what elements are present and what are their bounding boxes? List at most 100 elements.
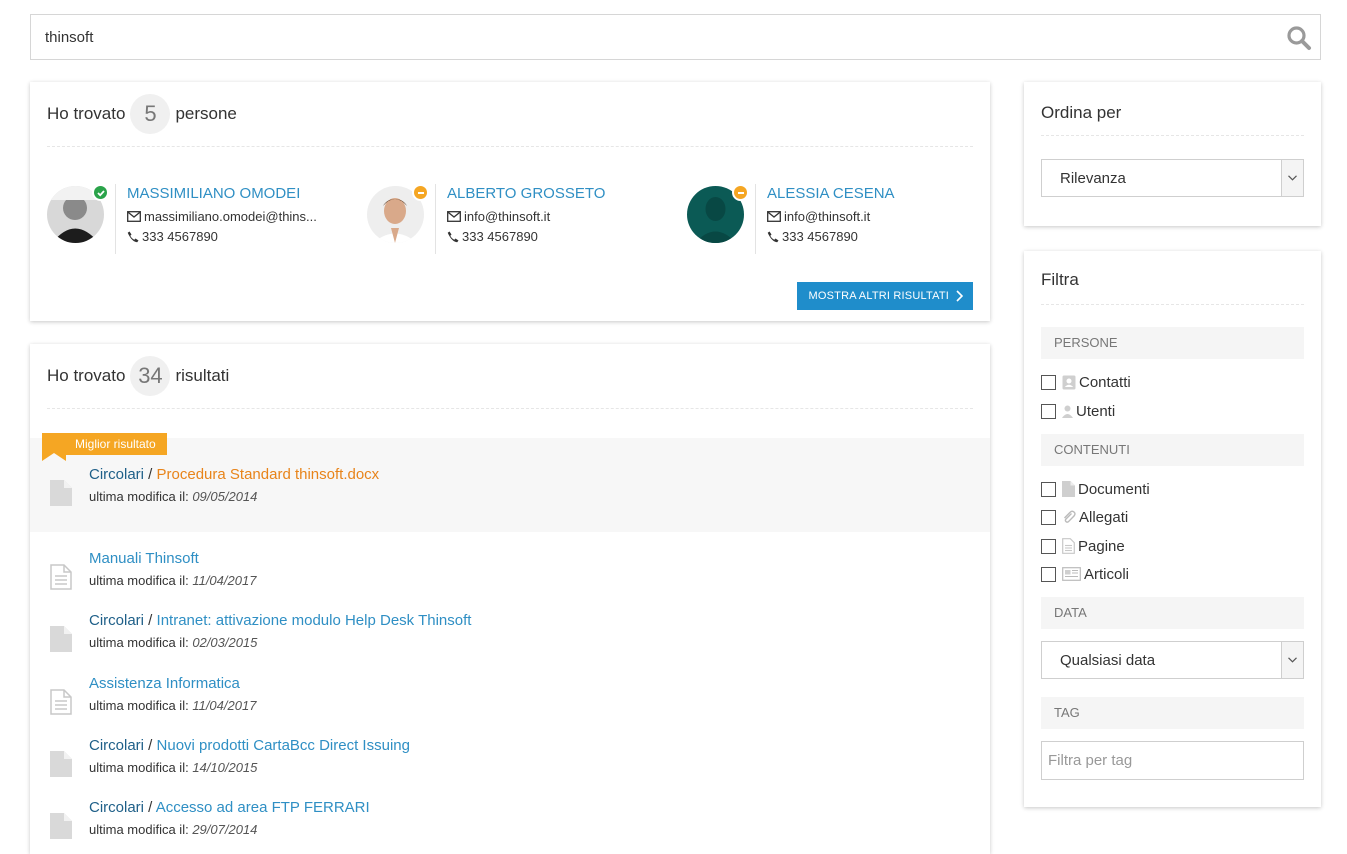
modified-date: 02/03/2015: [192, 635, 258, 650]
envelope-icon: [447, 211, 461, 222]
filter-utenti[interactable]: Utenti: [1041, 400, 1115, 422]
sort-select[interactable]: Rilevanza: [1041, 159, 1304, 197]
contact-card-icon: [1062, 375, 1076, 389]
divider: [47, 408, 973, 409]
checkbox[interactable]: [1041, 566, 1056, 582]
filter-allegati[interactable]: Allegati: [1041, 506, 1128, 528]
person-card: ALBERTO GROSSETO info@thinsoft.it 333 45…: [367, 184, 667, 256]
phone-icon: [447, 231, 459, 242]
result-item: Circolari / Accesso ad area FTP FERRARI …: [30, 799, 990, 849]
result-category-link[interactable]: Circolari: [89, 799, 144, 816]
people-card: Ho trovato 5 persone MASSIMILIANO OMODEI…: [30, 82, 990, 321]
search-icon[interactable]: [1286, 25, 1312, 51]
results-count-badge: 34: [130, 356, 171, 396]
checkbox[interactable]: [1041, 403, 1056, 419]
bookmark-icon: [42, 433, 66, 461]
result-link[interactable]: Procedura Standard thinsoft.docx: [157, 466, 380, 483]
person-phone: 333 4567890: [447, 229, 538, 244]
email-link[interactable]: massimiliano.omodei@thins...: [144, 209, 317, 224]
online-status-icon: [92, 184, 109, 201]
checkbox[interactable]: [1041, 374, 1056, 390]
date-select[interactable]: Qualsiasi data: [1041, 641, 1304, 679]
filter-articoli-label: Articoli: [1084, 565, 1130, 583]
divider: [47, 146, 973, 147]
filter-pagine[interactable]: Pagine: [1041, 535, 1125, 557]
modified-date: 29/07/2014: [192, 822, 258, 837]
result-category-link[interactable]: Circolari: [89, 612, 144, 629]
away-status-icon: [412, 184, 429, 201]
result-title: Circolari / Procedura Standard thinsoft.…: [89, 466, 379, 483]
result-category-link[interactable]: Circolari: [89, 737, 144, 754]
filter-documenti-label: Documenti: [1078, 480, 1150, 498]
envelope-icon: [767, 211, 781, 222]
persone-section-header: PERSONE: [1041, 327, 1304, 359]
show-more-results-button[interactable]: MOSTRA ALTRI RISULTATI: [796, 282, 973, 310]
person-phone: 333 4567890: [127, 229, 218, 244]
search-input[interactable]: [31, 15, 1271, 59]
checkbox[interactable]: [1041, 509, 1056, 525]
data-section-header: DATA: [1041, 597, 1304, 629]
person-email: massimiliano.omodei@thins...: [127, 209, 317, 224]
filter-pagine-label: Pagine: [1078, 537, 1125, 555]
breadcrumb-separator: /: [144, 799, 156, 816]
modified-label: ultima modifica il:: [89, 489, 189, 504]
chevron-down-icon: [1281, 642, 1303, 678]
best-result-label: Miglior risultato: [66, 433, 167, 455]
people-count-badge: 5: [130, 94, 171, 134]
page-icon: [50, 564, 72, 595]
chevron-down-icon: [1281, 160, 1303, 196]
result-link[interactable]: Assistenza Informatica: [89, 675, 240, 692]
result-link[interactable]: Accesso ad area FTP FERRARI: [156, 799, 370, 816]
result-link[interactable]: Manuali Thinsoft: [89, 550, 199, 567]
email-link[interactable]: info@thinsoft.it: [464, 209, 550, 224]
people-title-post: persone: [175, 104, 237, 123]
filter-title: Filtra: [1041, 270, 1079, 289]
chevron-right-icon: [956, 290, 963, 302]
document-icon: [1062, 481, 1075, 497]
result-title: Circolari / Nuovi prodotti CartaBcc Dire…: [89, 737, 410, 754]
result-title: Manuali Thinsoft: [89, 550, 199, 567]
file-icon: [50, 626, 72, 657]
page-icon: [1062, 538, 1075, 554]
modified-date: 11/04/2017: [192, 573, 257, 588]
result-item: Circolari / Intranet: attivazione modulo…: [30, 612, 990, 662]
newspaper-icon: [1062, 567, 1081, 581]
phone-text: 333 4567890: [782, 229, 858, 244]
person-name-link[interactable]: ALBERTO GROSSETO: [447, 185, 605, 202]
modified-date: 09/05/2014: [192, 489, 258, 504]
email-link[interactable]: info@thinsoft.it: [784, 209, 870, 224]
breadcrumb-separator: /: [144, 612, 157, 629]
show-more-label: MOSTRA ALTRI RISULTATI: [808, 290, 949, 302]
result-meta: ultima modifica il: 11/04/2017: [89, 573, 256, 588]
result-link[interactable]: Nuovi prodotti CartaBcc Direct Issuing: [157, 737, 410, 754]
filter-utenti-label: Utenti: [1076, 402, 1116, 420]
result-title: Circolari / Intranet: attivazione modulo…: [89, 612, 471, 629]
checkbox[interactable]: [1041, 538, 1056, 554]
tag-filter-input[interactable]: [1042, 742, 1303, 779]
paperclip-icon: [1064, 510, 1076, 523]
result-meta: ultima modifica il: 02/03/2015: [89, 635, 257, 650]
filter-card: Filtra PERSONE Contatti Utenti CONTENUTI…: [1024, 251, 1321, 807]
results-card: Ho trovato 34 risultati Miglior risultat…: [30, 344, 990, 854]
divider: [115, 184, 116, 254]
phone-text: 333 4567890: [142, 229, 218, 244]
person-name-link[interactable]: ALESSIA CESENA: [767, 185, 895, 202]
result-link[interactable]: Intranet: attivazione modulo Help Desk T…: [157, 612, 472, 629]
person-card: ALESSIA CESENA info@thinsoft.it 333 4567…: [687, 184, 973, 256]
filter-allegati-label: Allegati: [1079, 508, 1129, 526]
person-name-link[interactable]: MASSIMILIANO OMODEI: [127, 185, 300, 202]
filter-documenti[interactable]: Documenti: [1041, 478, 1150, 500]
result-meta: ultima modifica il: 11/04/2017: [89, 698, 256, 713]
modified-label: ultima modifica il:: [89, 698, 189, 713]
results-title-pre: Ho trovato: [47, 366, 126, 385]
filter-contatti[interactable]: Contatti: [1041, 371, 1131, 393]
sort-title: Ordina per: [1041, 103, 1122, 122]
tag-section-header: TAG: [1041, 697, 1304, 729]
filter-articoli[interactable]: Articoli: [1041, 563, 1129, 585]
checkbox[interactable]: [1041, 481, 1056, 497]
result-category-link[interactable]: Circolari: [89, 466, 144, 483]
person-email: info@thinsoft.it: [447, 209, 550, 224]
person-card: MASSIMILIANO OMODEI massimiliano.omodei@…: [47, 184, 347, 256]
away-status-icon: [732, 184, 749, 201]
phone-icon: [767, 231, 779, 242]
